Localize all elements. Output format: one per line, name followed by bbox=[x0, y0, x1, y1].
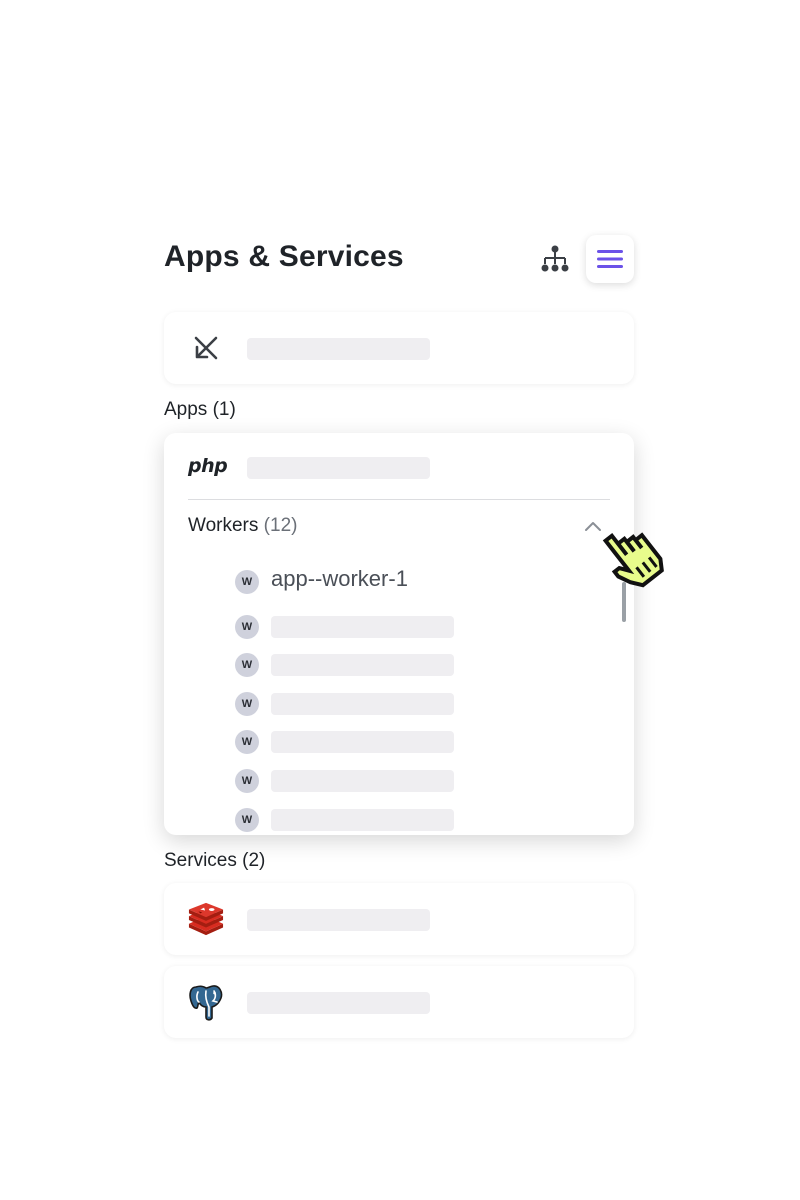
worker-name-placeholder bbox=[271, 654, 454, 676]
app-name-placeholder bbox=[247, 457, 430, 479]
service-name-placeholder bbox=[247, 909, 430, 931]
worker-item[interactable]: W bbox=[235, 652, 535, 678]
collapse-arrows-icon bbox=[188, 330, 224, 366]
worker-item[interactable]: W bbox=[235, 614, 535, 640]
worker-name: app--worker-1 bbox=[271, 566, 408, 591]
worker-name-placeholder bbox=[271, 770, 454, 792]
redis-icon bbox=[188, 901, 224, 937]
worker-badge: W bbox=[235, 615, 259, 639]
worker-badge: W bbox=[235, 769, 259, 793]
worker-badge: W bbox=[235, 570, 259, 594]
divider bbox=[188, 499, 610, 500]
workers-count: (12) bbox=[263, 515, 298, 536]
tree-view-button[interactable] bbox=[538, 242, 572, 276]
worker-item[interactable]: W app--worker-1 bbox=[235, 566, 535, 595]
app-card: php Workers (12) W app--worker-1 W W W W bbox=[164, 433, 634, 835]
worker-badge: W bbox=[235, 653, 259, 677]
postgresql-icon bbox=[188, 984, 224, 1021]
hierarchy-icon bbox=[541, 245, 569, 272]
environment-row[interactable] bbox=[164, 312, 634, 384]
worker-item[interactable]: W bbox=[235, 807, 535, 833]
worker-name-placeholder bbox=[271, 731, 454, 753]
worker-badge: W bbox=[235, 730, 259, 754]
menu-list-icon bbox=[597, 250, 623, 268]
apps-section-label: Apps (1) bbox=[164, 399, 236, 420]
list-view-button[interactable] bbox=[586, 235, 634, 283]
panel-header: Apps & Services bbox=[164, 232, 634, 284]
scrollbar-thumb[interactable] bbox=[622, 582, 626, 622]
worker-badge: W bbox=[235, 808, 259, 832]
services-section-label: Services (2) bbox=[164, 850, 266, 871]
environment-name-placeholder bbox=[247, 338, 430, 360]
php-logo-icon: php bbox=[188, 455, 228, 477]
page-title: Apps & Services bbox=[164, 240, 404, 273]
worker-item[interactable]: W bbox=[235, 729, 535, 755]
service-row-postgresql[interactable] bbox=[164, 966, 634, 1038]
service-row-redis[interactable] bbox=[164, 883, 634, 955]
workers-label: Workers bbox=[188, 515, 259, 536]
worker-item[interactable]: W bbox=[235, 691, 535, 717]
worker-name-placeholder bbox=[271, 616, 454, 638]
chevron-up-icon[interactable] bbox=[583, 517, 603, 535]
worker-name-placeholder bbox=[271, 693, 454, 715]
worker-name-placeholder bbox=[271, 809, 454, 831]
worker-badge: W bbox=[235, 692, 259, 716]
service-name-placeholder bbox=[247, 992, 430, 1014]
workers-header[interactable]: Workers (12) bbox=[188, 515, 297, 537]
worker-item[interactable]: W bbox=[235, 768, 535, 794]
